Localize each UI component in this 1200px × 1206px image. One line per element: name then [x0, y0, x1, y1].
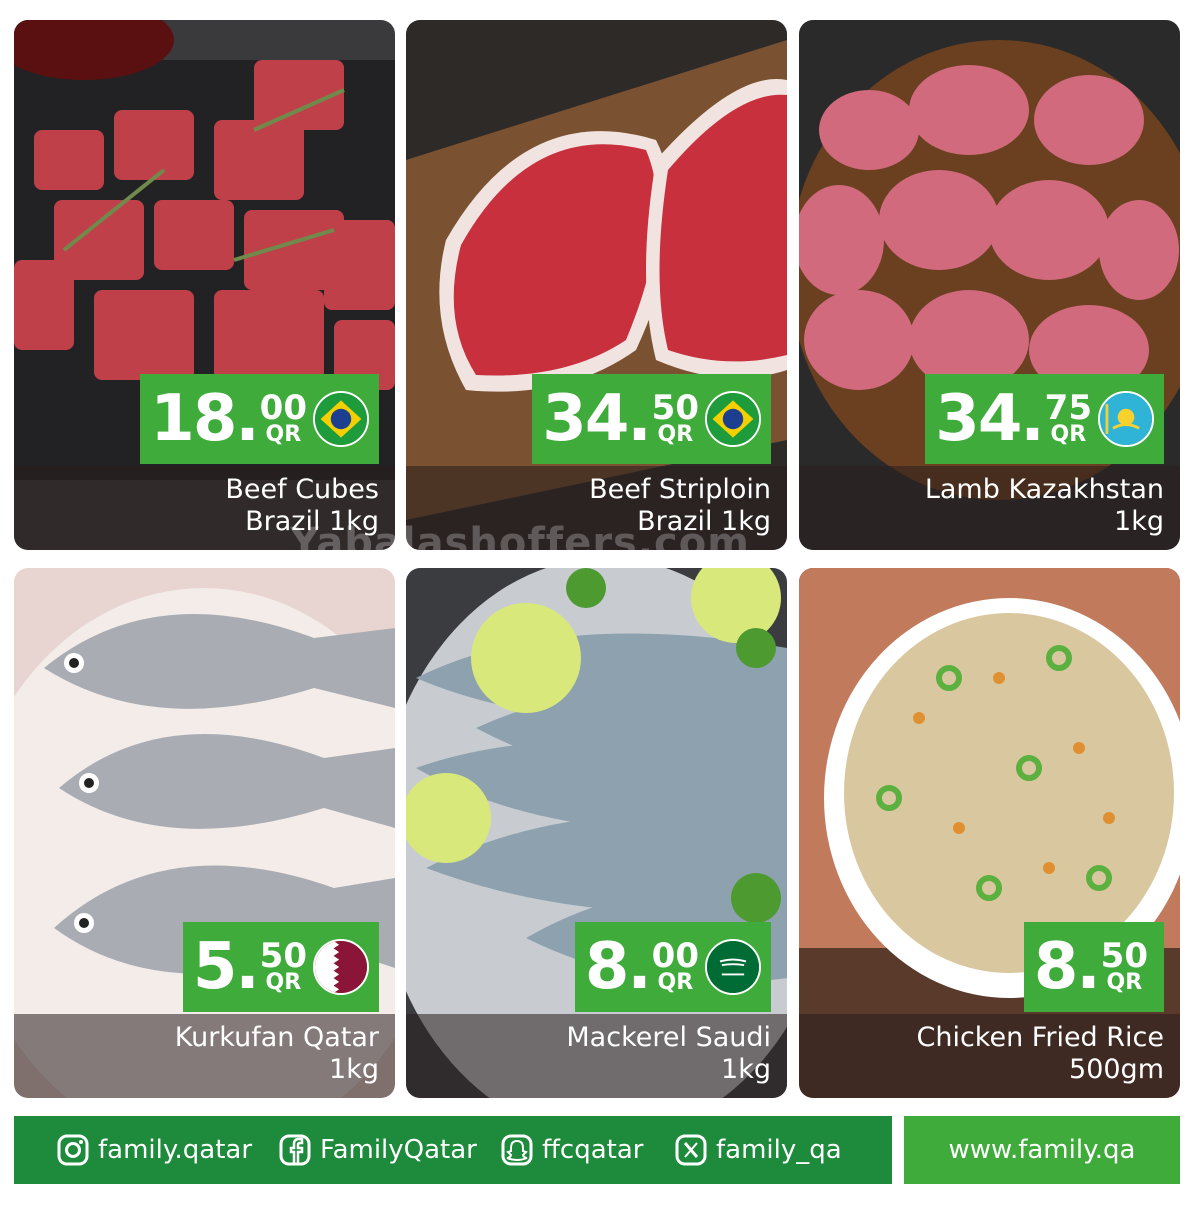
- caption-bar: Chicken Fried Rice 500gm: [799, 1014, 1180, 1098]
- product-card-chicken-fried-rice[interactable]: Chicken Fried Rice 500gm 8. 50 QR: [799, 568, 1180, 1098]
- social-footer: family.qatar FamilyQatar ffcqatar family…: [14, 1116, 892, 1184]
- price-tag: 5. 50 QR: [182, 922, 379, 1012]
- x-icon: [675, 1134, 707, 1166]
- brazil-flag-icon: [313, 391, 369, 447]
- snapchat-link[interactable]: ffcqatar: [500, 1133, 643, 1167]
- x-link[interactable]: family_qa: [674, 1133, 842, 1167]
- price-tag: 8. 50 QR: [1023, 922, 1164, 1012]
- product-card-beef-cubes[interactable]: Beef Cubes Brazil 1kg 18. 00 QR: [14, 20, 395, 550]
- watermark: Yabalashoffers.com: [290, 520, 750, 566]
- product-name: Lamb Kazakhstan 1kg: [924, 474, 1164, 537]
- facebook-link[interactable]: FamilyQatar: [278, 1133, 477, 1167]
- website-link[interactable]: www.family.qa: [904, 1116, 1180, 1184]
- product-card-mackerel[interactable]: Mackerel Saudi 1kg 8. 00 QR: [406, 568, 787, 1098]
- facebook-icon: [279, 1134, 311, 1166]
- saudi-flag-icon: [705, 939, 761, 995]
- price-tag: 34. 50 QR: [532, 374, 771, 464]
- caption-bar: Mackerel Saudi 1kg: [406, 1014, 787, 1098]
- product-card-kurkufan[interactable]: Kurkufan Qatar 1kg 5. 50 QR: [14, 568, 395, 1098]
- kazakhstan-flag-icon: [1098, 391, 1154, 447]
- price-tag: 18. 00 QR: [140, 374, 379, 464]
- brazil-flag-icon: [705, 391, 761, 447]
- product-name: Chicken Fried Rice 500gm: [916, 1022, 1164, 1085]
- product-name: Mackerel Saudi 1kg: [566, 1022, 771, 1085]
- qatar-flag-icon: [313, 939, 369, 995]
- caption-bar: Lamb Kazakhstan 1kg: [799, 466, 1180, 550]
- product-card-beef-striploin[interactable]: Beef Striploin Brazil 1kg 34. 50 QR: [406, 20, 787, 550]
- caption-bar: Kurkufan Qatar 1kg: [14, 1014, 395, 1098]
- product-name: Kurkufan Qatar 1kg: [174, 1022, 379, 1085]
- snapchat-icon: [501, 1134, 533, 1166]
- price-tag: 8. 00 QR: [574, 922, 771, 1012]
- instagram-icon: [57, 1134, 89, 1166]
- price-tag: 34. 75 QR: [925, 374, 1164, 464]
- product-card-lamb-kazakhstan[interactable]: Lamb Kazakhstan 1kg 34. 75 QR: [799, 20, 1180, 550]
- instagram-link[interactable]: family.qatar: [56, 1133, 252, 1167]
